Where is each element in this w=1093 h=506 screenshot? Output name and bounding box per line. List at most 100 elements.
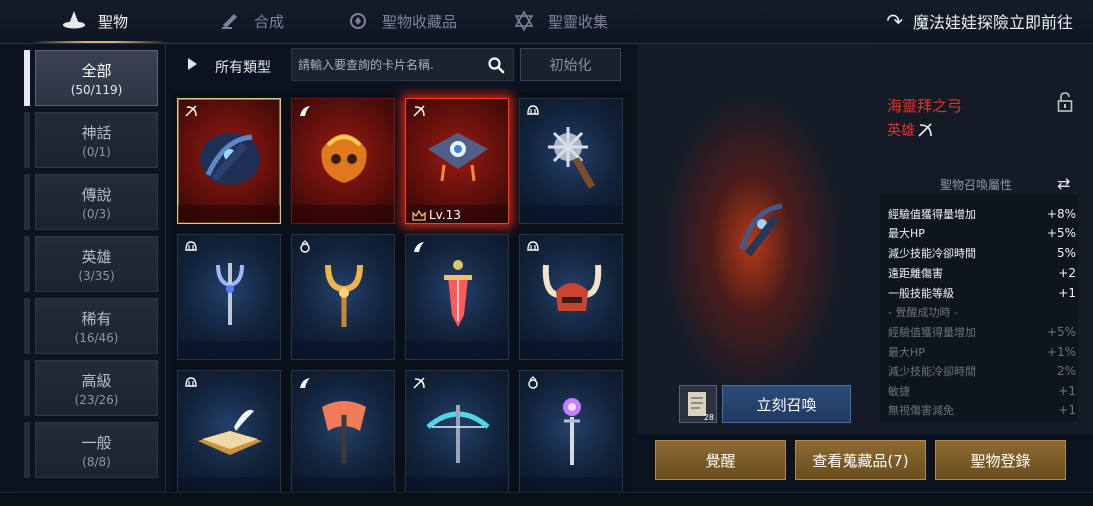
relic-card[interactable]: Lv.13 xyxy=(405,98,509,224)
category-indicator xyxy=(24,112,30,168)
category-all[interactable]: 全部 (50/119) xyxy=(35,50,158,106)
dark-bow-art xyxy=(200,133,260,185)
stat-row: 最大HP +1% xyxy=(888,342,1076,361)
category-name: 一般 xyxy=(81,433,112,452)
category-advanced[interactable]: 高級 (23/26) xyxy=(35,360,158,416)
unlock-icon[interactable] xyxy=(1057,92,1073,112)
level-badge: Lv.13 xyxy=(412,208,461,222)
summon-now-button[interactable]: 立刻召喚 xyxy=(722,385,851,423)
stat-row: 最大HP +5% xyxy=(888,223,1076,242)
category-name: 英雄 xyxy=(81,247,112,266)
category-count: (50/119) xyxy=(70,82,123,97)
category-count: (16/46) xyxy=(74,330,119,345)
category-count: (3/35) xyxy=(78,268,115,283)
relic-card[interactable] xyxy=(177,234,281,360)
summon-scroll-item[interactable]: 28 xyxy=(679,385,717,423)
stat-label: - 覺醒成功時 - xyxy=(888,305,958,319)
stat-label: 經驗值獲得量增加 xyxy=(888,207,976,221)
reset-button[interactable]: 初始化 xyxy=(520,48,621,81)
category-count: (8/8) xyxy=(82,454,111,469)
stat-row: 無視傷害減免 +1 xyxy=(888,400,1076,419)
flame-mask-art xyxy=(321,134,367,183)
tab-synthesis[interactable]: 合成 xyxy=(218,0,284,42)
stat-value: +1% xyxy=(1046,344,1076,359)
tab-relic[interactable]: 聖物 xyxy=(31,0,169,43)
stat-value: +1 xyxy=(1058,383,1076,398)
ice-crossbow-art xyxy=(426,405,490,463)
category-sidebar: 全部 (50/119) 神話 (0/1) 傳說 (0/3) 英雄 (3/35) … xyxy=(20,44,166,492)
tab-label: 聖物收藏品 xyxy=(382,12,458,31)
relic-card[interactable] xyxy=(291,370,395,496)
category-rare[interactable]: 稀有 (16/46) xyxy=(35,298,158,354)
type-dropdown-arrow-icon[interactable] xyxy=(188,58,197,70)
card-footer xyxy=(406,341,508,359)
tab-spirit-collection[interactable]: 聖靈收集 xyxy=(512,0,608,42)
stat-row: 經驗值獲得量增加 +5% xyxy=(888,322,1076,341)
bow-icon xyxy=(182,102,200,120)
stat-label: 減少技能冷卻時間 xyxy=(888,364,976,378)
stat-label: 敏捷 xyxy=(888,384,910,398)
relic-card[interactable] xyxy=(519,234,623,360)
category-indicator xyxy=(24,236,30,292)
wing-icon xyxy=(296,102,314,120)
category-name: 神話 xyxy=(81,123,112,142)
bow-icon xyxy=(410,374,428,392)
stat-label: 一般技能等級 xyxy=(888,286,954,300)
relic-card[interactable] xyxy=(405,234,509,360)
tab-label: 聖靈收集 xyxy=(548,12,609,31)
category-indicator xyxy=(24,174,30,230)
stat-label: 最大HP xyxy=(888,226,925,240)
wizard-hat-icon xyxy=(62,9,86,33)
relic-card[interactable] xyxy=(405,370,509,496)
card-footer xyxy=(520,205,622,223)
stat-value: +5% xyxy=(1046,324,1076,339)
type-filter-dropdown[interactable]: 所有類型 xyxy=(215,57,271,77)
category-normal[interactable]: 一般 (8/8) xyxy=(35,422,158,478)
helmet-icon xyxy=(182,374,200,392)
tab-label: 合成 xyxy=(254,12,285,31)
relic-card[interactable] xyxy=(519,98,623,224)
relic-card[interactable] xyxy=(519,370,623,496)
category-indicator xyxy=(24,50,30,106)
tab-relic-collection[interactable]: 聖物收藏品 xyxy=(346,0,457,42)
stat-row: 減少技能冷卻時間 2% xyxy=(888,361,1076,380)
card-footer xyxy=(292,341,394,359)
horned-staff-art xyxy=(325,264,363,327)
relic-card[interactable] xyxy=(291,234,395,360)
rarity-label: 英雄 xyxy=(887,123,915,139)
relic-card[interactable] xyxy=(177,370,281,496)
category-name: 高級 xyxy=(81,371,112,390)
category-count: (0/3) xyxy=(82,206,111,221)
card-footer xyxy=(292,205,394,223)
collection-icon xyxy=(346,9,370,33)
stat-value: 2% xyxy=(1056,363,1076,378)
bow-icon xyxy=(918,123,932,137)
wing-icon xyxy=(410,238,428,256)
tab-label: 聖物 xyxy=(98,12,129,31)
category-myth[interactable]: 神話 (0/1) xyxy=(35,112,158,168)
awaken-button[interactable]: 覺醒 xyxy=(655,440,786,480)
stat-row: 一般技能等級 +1 xyxy=(888,283,1076,302)
search-icon[interactable] xyxy=(487,56,505,74)
search-box xyxy=(291,48,514,81)
stat-label: 經驗值獲得量增加 xyxy=(888,325,976,339)
bow-icon xyxy=(410,102,428,120)
ring-icon xyxy=(296,238,314,256)
relic-card[interactable] xyxy=(291,98,395,224)
relic-register-button[interactable]: 聖物登錄 xyxy=(935,440,1066,480)
crown-icon xyxy=(412,209,426,221)
category-hero[interactable]: 英雄 (3/35) xyxy=(35,236,158,292)
swap-arrows-icon[interactable]: ⇄ xyxy=(1057,174,1070,193)
search-input[interactable] xyxy=(298,55,478,75)
relic-card[interactable] xyxy=(177,98,281,224)
ring-icon xyxy=(524,374,542,392)
horned-helmet-art xyxy=(542,264,602,311)
helmet-icon xyxy=(524,238,542,256)
view-collection-button[interactable]: 查看蒐藏品(7) xyxy=(795,440,926,480)
trident-art xyxy=(216,263,244,325)
stat-label: 減少技能冷卻時間 xyxy=(888,246,976,260)
category-legend[interactable]: 傳說 (0/3) xyxy=(35,174,158,230)
redo-arrow-icon: ↷ xyxy=(886,9,903,33)
stat-value: 5% xyxy=(1056,245,1076,260)
doll-adventure-link[interactable]: ↷ 魔法娃娃探險立即前往 xyxy=(886,0,1073,42)
